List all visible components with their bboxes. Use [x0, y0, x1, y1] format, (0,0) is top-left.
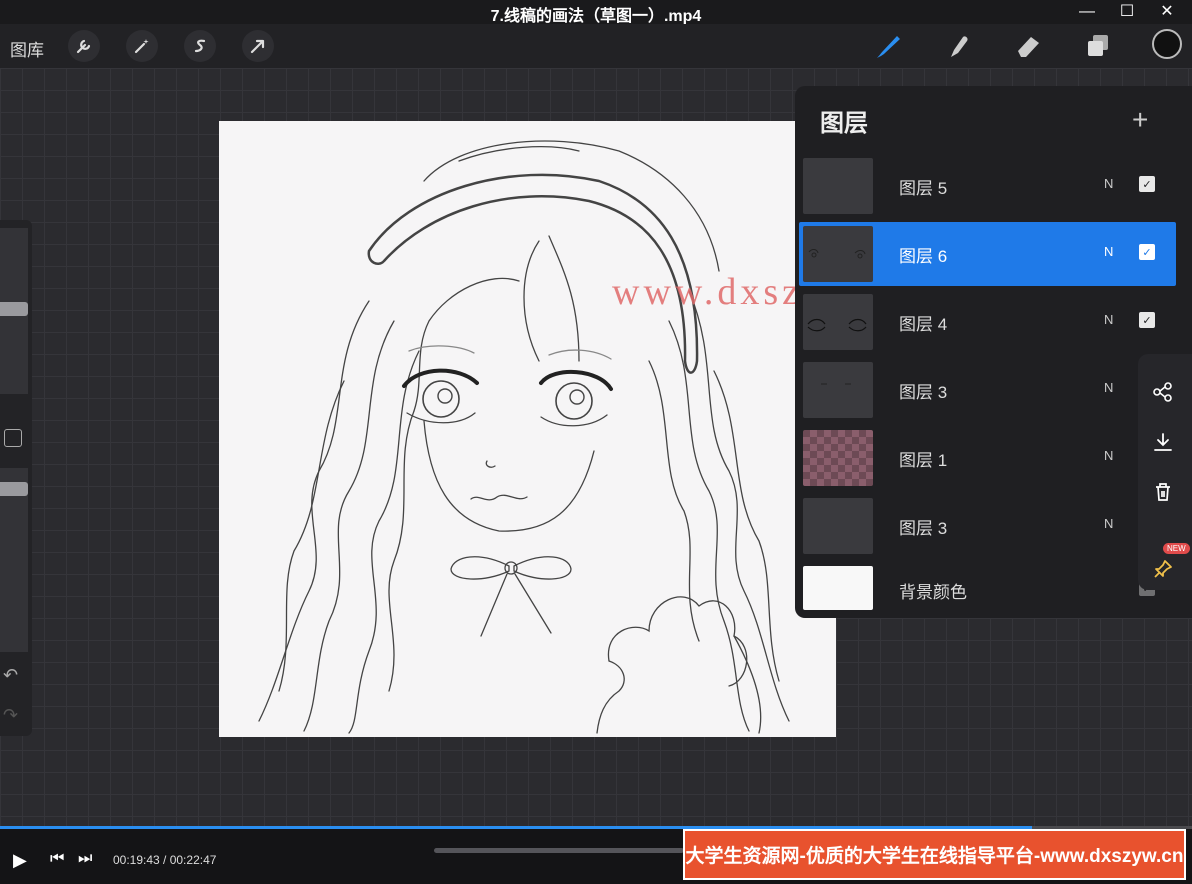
next-icon[interactable]: ⏭	[78, 850, 92, 868]
blend-mode-button[interactable]: N	[1104, 516, 1113, 531]
window-title: 7.线稿的画法（草图一）.mp4	[490, 8, 702, 25]
maximize-icon[interactable]: ☐	[1116, 2, 1138, 22]
undo-icon[interactable]: ↶	[3, 665, 18, 686]
opacity-thumb[interactable]	[0, 482, 28, 496]
trash-icon[interactable]	[1150, 479, 1176, 505]
eyedropper-square-button[interactable]	[4, 429, 22, 447]
layer-name: 图层 5	[899, 179, 948, 198]
background-color-row[interactable]: 背景颜色 ✓	[799, 562, 1176, 614]
layer-thumbnail	[803, 566, 873, 610]
time-display: 00:19:43 / 00:22:47	[113, 853, 217, 867]
layer-thumbnail	[803, 158, 873, 214]
color-picker-swatch[interactable]	[1152, 29, 1182, 59]
drawing-canvas[interactable]	[219, 121, 836, 737]
magic-wand-icon[interactable]	[126, 30, 158, 62]
layers-panel-title: 图层	[820, 110, 868, 137]
volume-slider[interactable]	[434, 848, 684, 853]
blend-mode-button[interactable]: N	[1104, 176, 1113, 191]
eraser-icon[interactable]	[1010, 28, 1046, 64]
layer-name: 图层 3	[899, 519, 948, 538]
pin-icon[interactable]	[1150, 556, 1176, 582]
layer-row[interactable]: 图层 4 N ✓	[799, 290, 1176, 354]
layer-name: 背景颜色	[899, 583, 967, 602]
move-arrow-icon[interactable]	[242, 30, 274, 62]
layer-thumbnail	[803, 430, 873, 486]
wrench-icon[interactable]	[68, 30, 100, 62]
brush-icon[interactable]	[870, 28, 906, 64]
layer-thumbnail	[803, 294, 873, 350]
left-sidebar: ↶ ↷	[0, 220, 32, 736]
new-badge: NEW	[1163, 543, 1190, 554]
layer-row[interactable]: 图层 3 N ✓	[799, 358, 1176, 422]
play-icon[interactable]: ▶	[13, 850, 27, 871]
layer-visibility-checkbox[interactable]: ✓	[1139, 176, 1155, 192]
blend-mode-button[interactable]: N	[1104, 448, 1113, 463]
download-icon[interactable]	[1150, 429, 1176, 455]
layer-row[interactable]: 图层 1 N	[799, 426, 1176, 490]
layer-name: 图层 4	[899, 315, 948, 334]
add-layer-button[interactable]: +	[1132, 104, 1148, 136]
close-icon[interactable]: ✕	[1156, 2, 1178, 22]
previous-icon[interactable]: ⏮	[50, 850, 64, 868]
smudge-icon[interactable]	[940, 28, 976, 64]
gallery-button[interactable]: 图库	[10, 36, 44, 61]
blend-mode-button[interactable]: N	[1104, 380, 1113, 395]
share-icon[interactable]	[1150, 379, 1176, 405]
layer-row[interactable]: 图层 5 N ✓	[799, 154, 1176, 218]
layer-row[interactable]: 图层 3 N	[799, 494, 1176, 558]
layer-thumbnail	[803, 226, 873, 282]
blend-mode-button[interactable]: N	[1104, 312, 1113, 327]
sketch-artwork	[258, 140, 790, 734]
layer-name: 图层 3	[899, 383, 948, 402]
minimize-icon[interactable]: —	[1076, 2, 1098, 22]
selection-s-icon[interactable]	[184, 30, 216, 62]
layer-thumbnail	[803, 498, 873, 554]
layer-thumbnail	[803, 362, 873, 418]
redo-icon[interactable]: ↷	[3, 705, 18, 726]
site-banner: 大学生资源网-优质的大学生在线指导平台-www.dxszyw.cn	[683, 829, 1186, 880]
layer-name: 图层 6	[899, 247, 948, 266]
blend-mode-button[interactable]: N	[1104, 244, 1113, 259]
brush-size-thumb[interactable]	[0, 302, 28, 316]
layer-visibility-checkbox[interactable]: ✓	[1139, 244, 1155, 260]
layers-icon[interactable]	[1080, 28, 1116, 64]
layer-visibility-checkbox[interactable]: ✓	[1139, 312, 1155, 328]
layer-row-selected[interactable]: 图层 6 N ✓	[799, 222, 1176, 286]
layer-name: 图层 1	[899, 451, 948, 470]
